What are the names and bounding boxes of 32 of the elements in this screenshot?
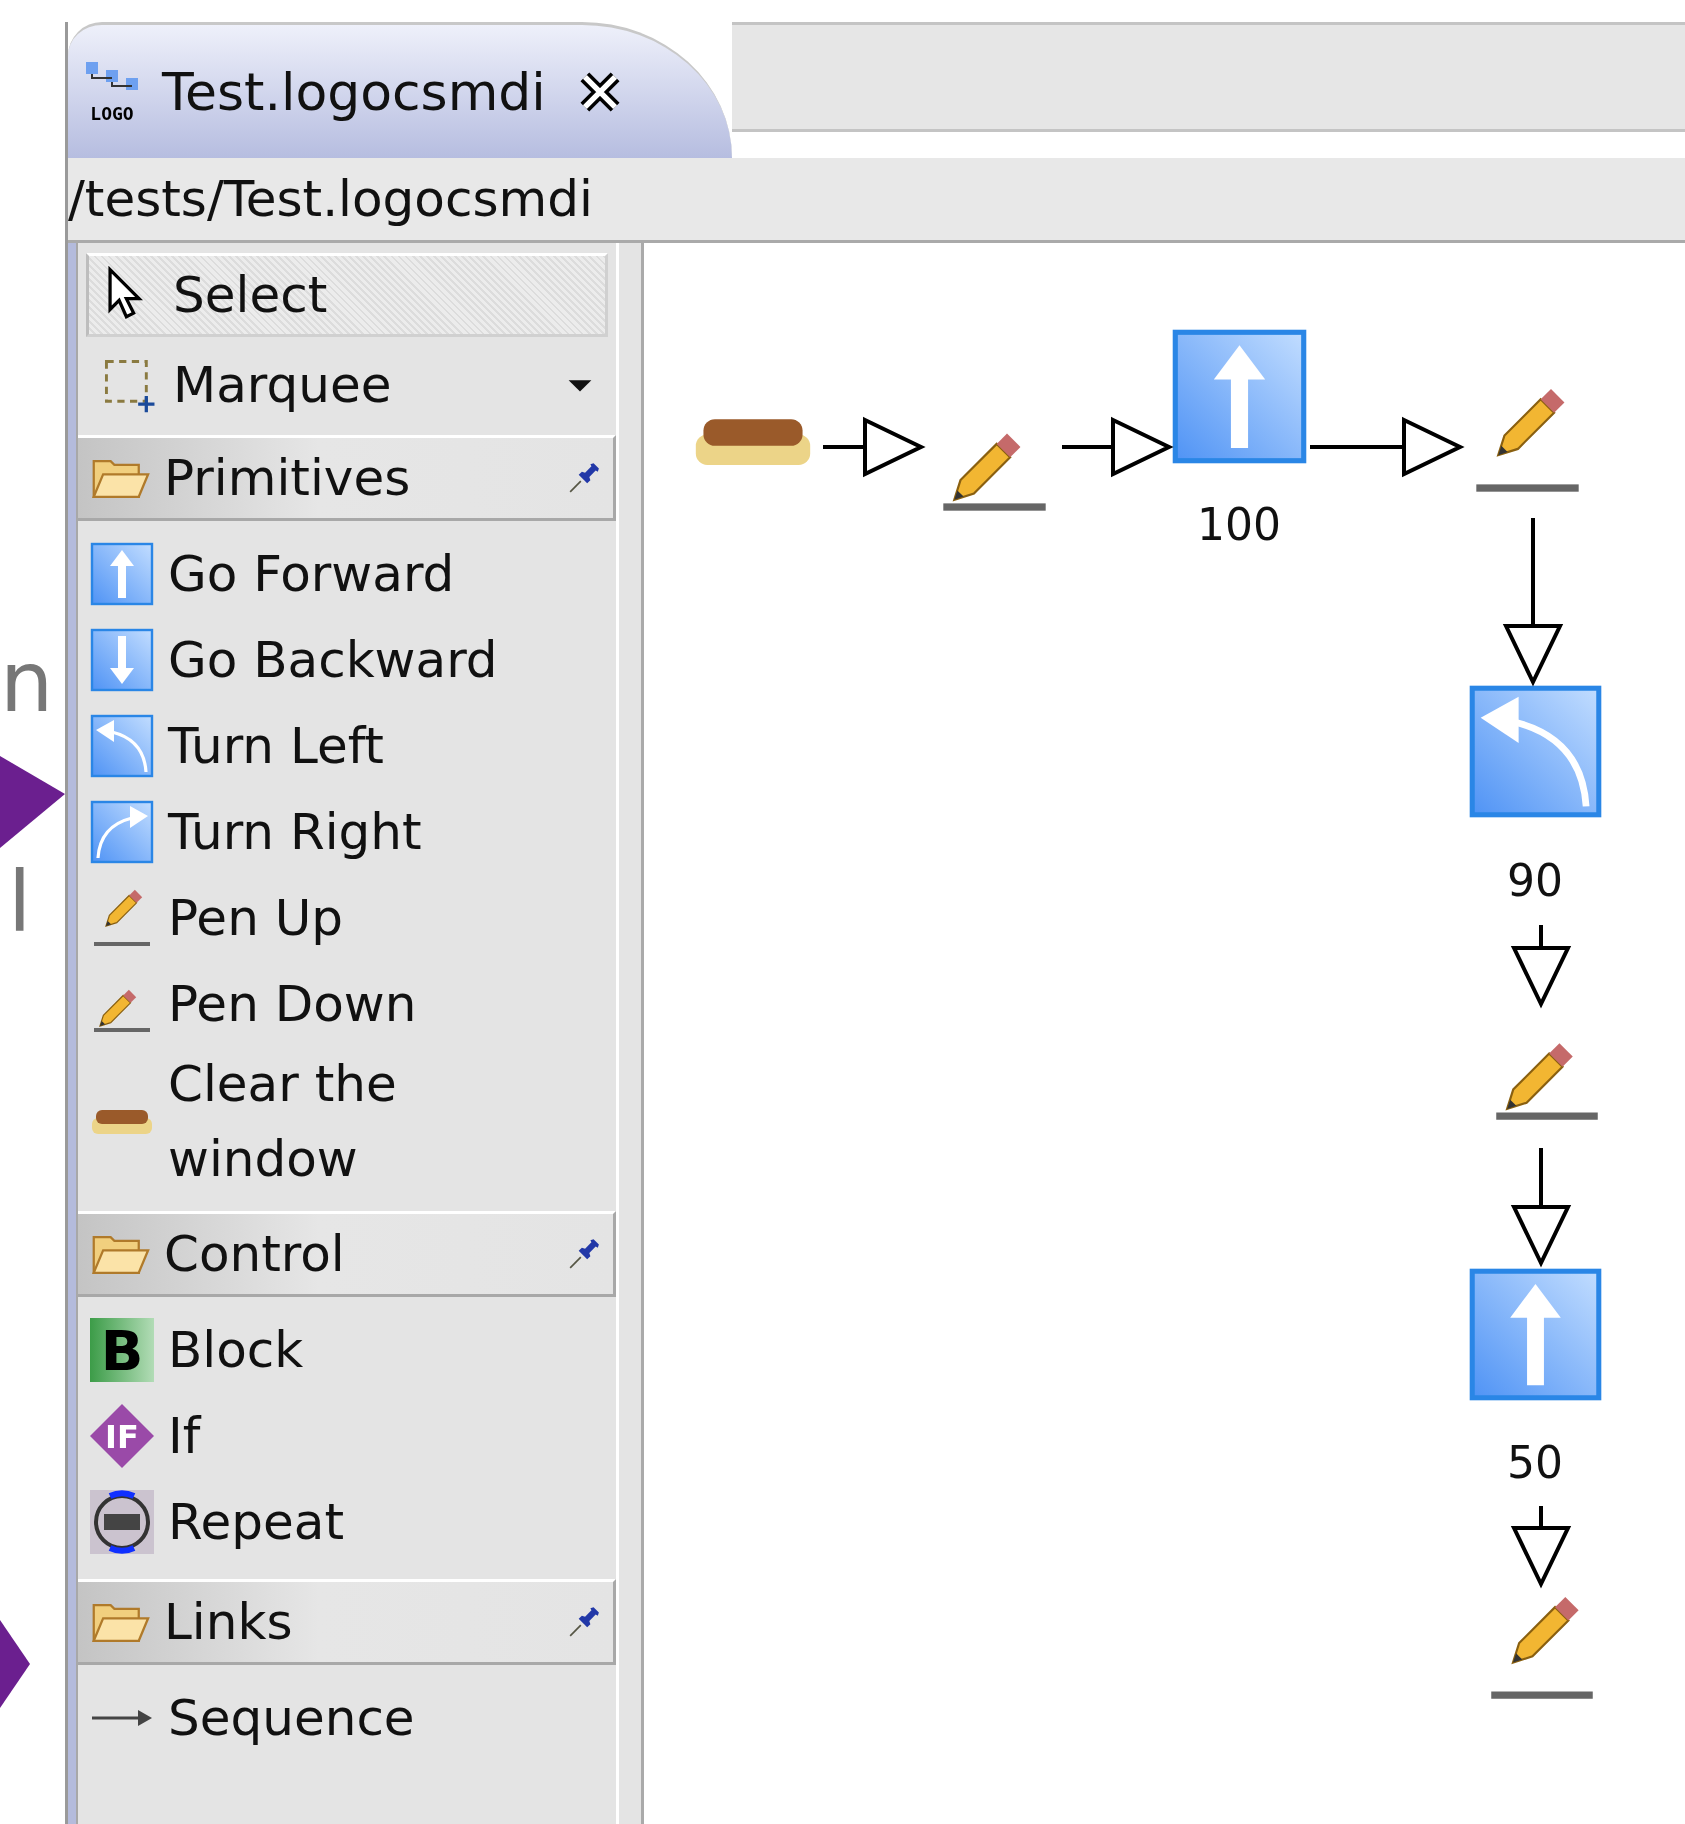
pin-icon <box>567 1237 601 1271</box>
turn-left-icon <box>90 714 154 778</box>
loop-icon <box>90 1490 154 1554</box>
palette-tool[interactable]: Select <box>86 253 608 337</box>
node-value: 50 <box>1507 1437 1563 1488</box>
pin-icon <box>567 461 601 495</box>
palette-entry[interactable]: IF If <box>78 1393 616 1479</box>
turn-right-icon <box>90 800 154 864</box>
drawer-header[interactable]: Links <box>78 1579 616 1665</box>
pin-icon <box>567 1605 601 1639</box>
node-value: 100 <box>1197 499 1281 550</box>
drawer-header[interactable]: Control <box>78 1211 616 1297</box>
palette-entry[interactable]: Sequence <box>78 1675 616 1761</box>
palette-entry[interactable]: B Block <box>78 1307 616 1393</box>
text-fragment: n <box>0 640 54 724</box>
node-value: 90 <box>1507 855 1563 906</box>
drawer-header[interactable]: Primitives <box>78 435 616 521</box>
arrow-icon <box>90 1708 154 1728</box>
palette-entry[interactable]: Pen Up <box>78 875 616 961</box>
palette-entry[interactable]: Go Backward <box>78 617 616 703</box>
palette-entry[interactable]: Repeat <box>78 1479 616 1565</box>
file-path: /tests/Test.logocsmdi <box>68 158 1685 243</box>
palette-tool[interactable]: Marquee <box>86 343 608 427</box>
palette-entry[interactable]: Turn Right <box>78 789 616 875</box>
palette-entry[interactable]: Pen Down <box>78 961 616 1047</box>
block-icon: B <box>90 1318 154 1382</box>
diamond-icon: IF <box>90 1404 154 1468</box>
palette-entry[interactable]: Turn Left <box>78 703 616 789</box>
palette-entry[interactable]: Clear the window <box>78 1047 616 1197</box>
palette-entry[interactable]: Go Forward <box>78 531 616 617</box>
text-fragment: l <box>8 860 32 944</box>
editor-tab[interactable]: LOGO Test.logocsmdi <box>68 22 732 158</box>
